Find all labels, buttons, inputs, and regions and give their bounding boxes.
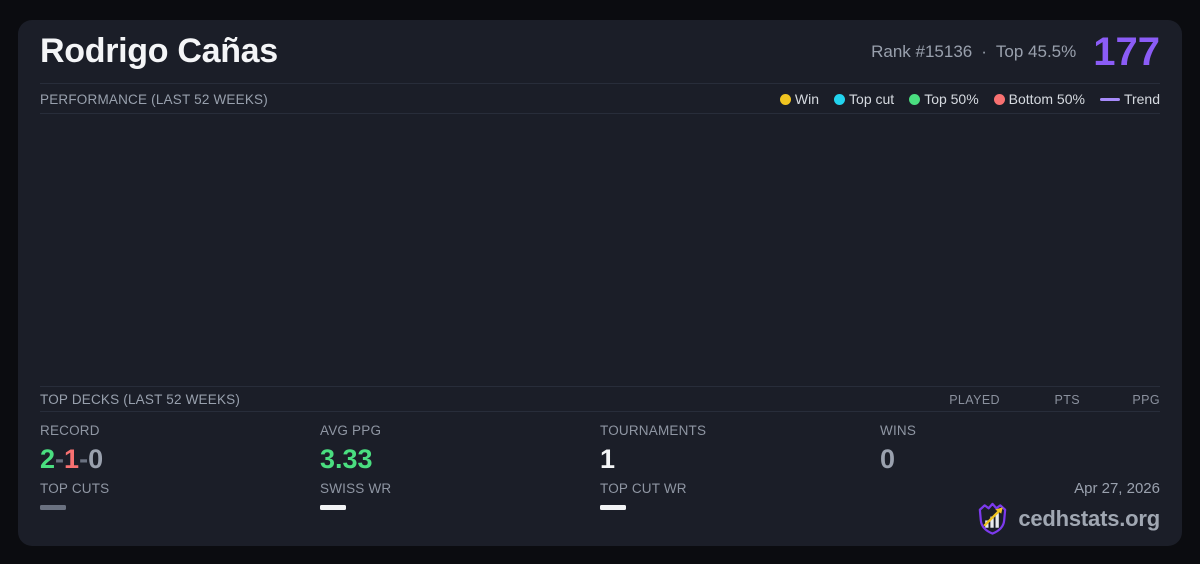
top-cut-wr-empty-value <box>600 505 626 510</box>
top-decks-section-header: TOP DECKS (LAST 52 WEEKS) PLAYED PTS PPG <box>40 386 1160 412</box>
avg-ppg-label: AVG PPG <box>320 423 600 438</box>
tournaments-value: 1 <box>600 446 880 473</box>
column-header-pts: PTS <box>1000 393 1080 407</box>
avg-ppg-value: 3.33 <box>320 446 600 473</box>
top-cuts-label: TOP CUTS <box>40 481 320 496</box>
swiss-wr-label: SWISS WR <box>320 481 600 496</box>
legend-item-bottom-50: Bottom 50% <box>994 91 1085 107</box>
tournaments-label: TOURNAMENTS <box>600 423 880 438</box>
bottom-50-dot-icon <box>994 94 1005 105</box>
legend-label-top-cut: Top cut <box>849 91 894 107</box>
record-wins: 2 <box>40 444 55 474</box>
top-decks-heading: TOP DECKS (LAST 52 WEEKS) <box>40 392 240 407</box>
legend-item-top-50: Top 50% <box>909 91 978 107</box>
record-value: 2-1-0 <box>40 446 320 473</box>
record-dash-2: - <box>79 444 88 474</box>
card-footer: Apr 27, 2026 cedhstats.org <box>880 479 1160 536</box>
player-name: Rodrigo Cañas <box>40 32 278 71</box>
record-dash-1: - <box>55 444 64 474</box>
record-label: RECORD <box>40 423 320 438</box>
rank-area: Rank #15136 · Top 45.5% 177 <box>871 32 1160 72</box>
legend-label-win: Win <box>795 91 819 107</box>
legend-item-win: Win <box>780 91 819 107</box>
legend-item-top-cut: Top cut <box>834 91 894 107</box>
swiss-wr-empty-value <box>320 505 346 510</box>
chart-legend: Win Top cut Top 50% Bottom 50% Trend <box>780 91 1160 107</box>
top-50-dot-icon <box>909 94 920 105</box>
record-losses: 1 <box>64 444 79 474</box>
legend-label-bottom-50: Bottom 50% <box>1009 91 1085 107</box>
performance-heading: PERFORMANCE (LAST 52 WEEKS) <box>40 92 268 107</box>
card-header: Rodrigo Cañas Rank #15136 · Top 45.5% 17… <box>40 20 1160 84</box>
wins-label: WINS <box>880 423 1160 438</box>
brand-name: cedhstats.org <box>1018 506 1160 532</box>
performance-chart <box>40 114 1160 386</box>
legend-label-top-50: Top 50% <box>924 91 978 107</box>
trend-line-icon <box>1100 98 1120 101</box>
top-cuts-empty-value <box>40 505 66 510</box>
player-stats-card: Rodrigo Cañas Rank #15136 · Top 45.5% 17… <box>18 20 1182 546</box>
cedhstats-shield-logo-icon <box>975 501 1010 536</box>
record-draws: 0 <box>88 444 103 474</box>
top-decks-columns: PLAYED PTS PPG <box>920 393 1160 407</box>
column-header-ppg: PPG <box>1080 393 1160 407</box>
separator-dot: · <box>981 42 987 62</box>
top-cut-dot-icon <box>834 94 845 105</box>
player-score: 177 <box>1093 32 1160 72</box>
legend-item-trend: Trend <box>1100 91 1160 107</box>
player-top-percent: Top 45.5% <box>996 42 1076 62</box>
player-rank: Rank #15136 <box>871 42 972 62</box>
wins-value: 0 <box>880 446 1160 473</box>
win-dot-icon <box>780 94 791 105</box>
stats-grid: RECORD AVG PPG TOURNAMENTS WINS 2-1-0 3.… <box>40 412 1160 546</box>
column-header-played: PLAYED <box>920 393 1000 407</box>
date-generated: Apr 27, 2026 <box>1074 479 1160 498</box>
performance-section-header: PERFORMANCE (LAST 52 WEEKS) Win Top cut … <box>40 84 1160 114</box>
legend-label-trend: Trend <box>1124 91 1160 107</box>
top-cut-wr-label: TOP CUT WR <box>600 481 880 496</box>
brand: cedhstats.org <box>975 501 1160 536</box>
